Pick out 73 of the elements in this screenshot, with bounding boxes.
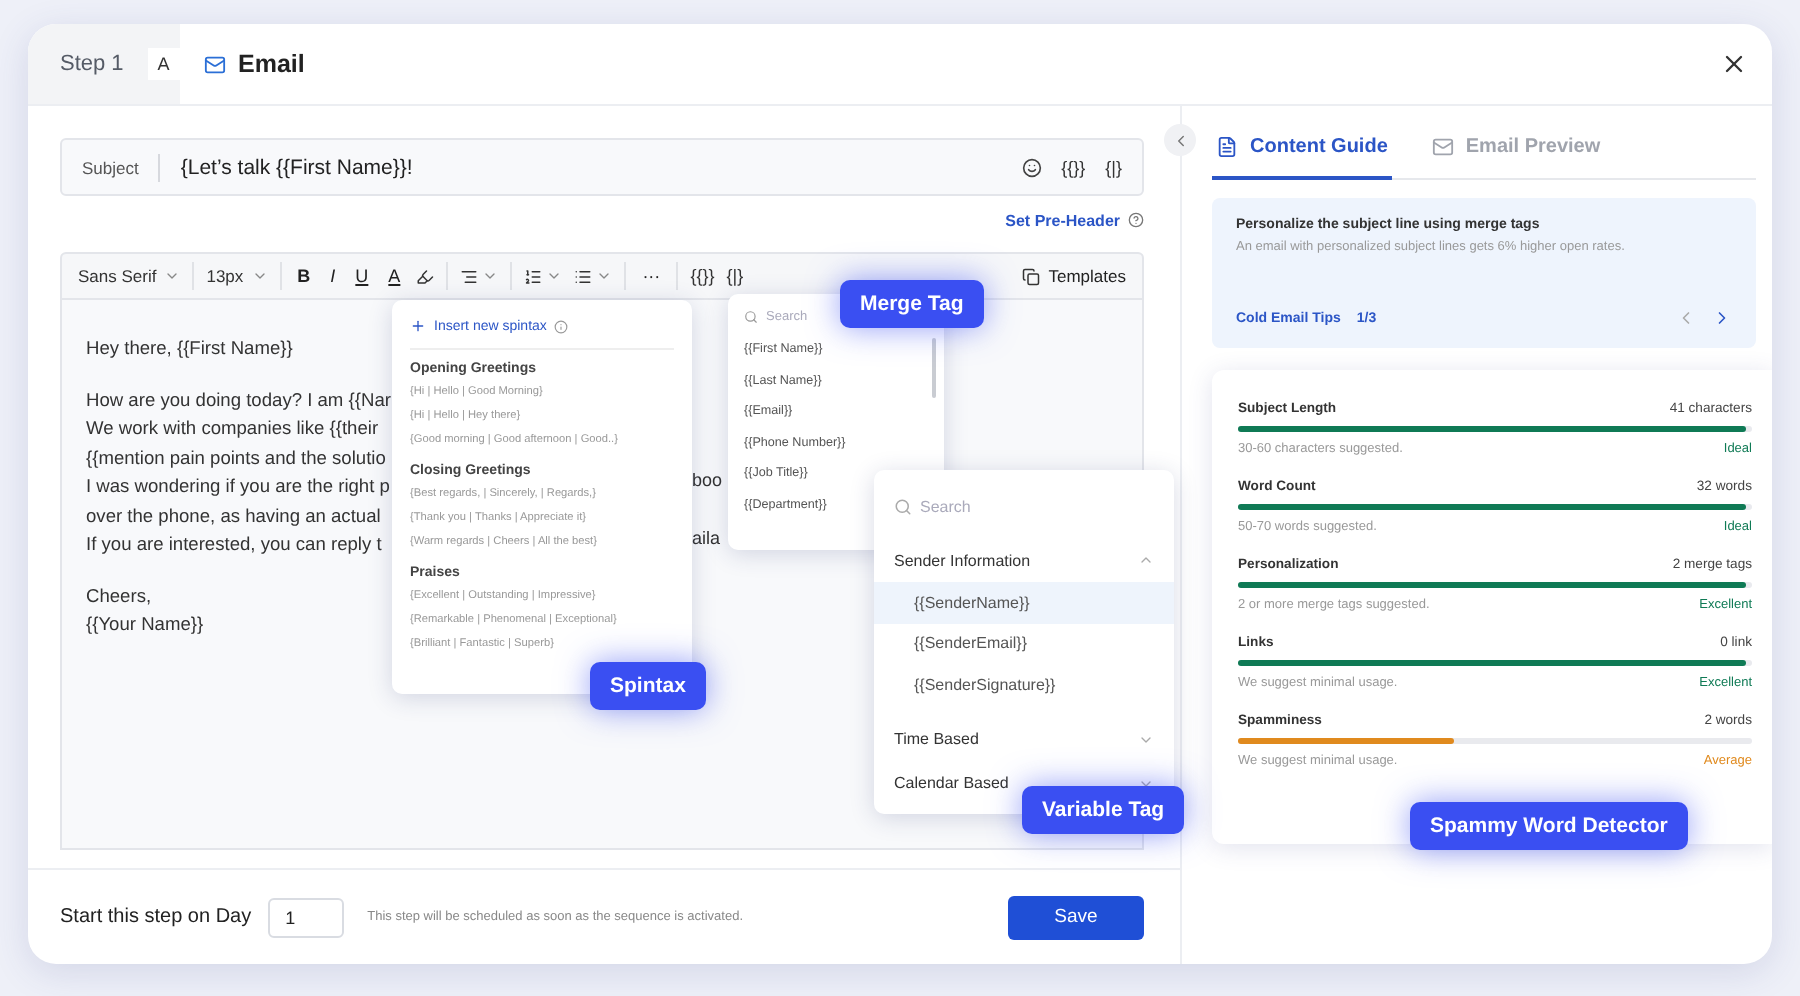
search-icon xyxy=(894,497,912,515)
smiley-icon xyxy=(1021,157,1042,177)
more-button[interactable]: ··· xyxy=(638,266,665,286)
numbered-list-icon xyxy=(524,267,543,285)
scrollbar xyxy=(932,338,936,398)
body-text: {{mention pain points and the solutio xyxy=(86,447,386,467)
format-button[interactable]: A xyxy=(384,266,405,286)
variant-badge: A xyxy=(147,48,180,80)
tag-tool[interactable]: {|} xyxy=(1105,157,1122,177)
bullet-list-icon xyxy=(574,267,593,285)
help-icon xyxy=(1128,212,1144,228)
body-text: If you are interested, you can reply t xyxy=(86,534,382,554)
day-input[interactable]: 1 xyxy=(267,897,344,937)
format-button[interactable]: U xyxy=(351,266,373,286)
dialog-title: Email xyxy=(238,50,305,78)
mail-icon xyxy=(204,53,226,75)
feature-tooltip: Spintax xyxy=(590,662,706,710)
subject-value: {Let’s talk {{First Name}}! xyxy=(180,155,415,179)
font-dropdown[interactable]: Sans Serif xyxy=(78,262,195,290)
close-icon xyxy=(1720,50,1748,78)
search-icon xyxy=(744,310,758,324)
variable-option[interactable]: {{SenderName}} xyxy=(874,582,1174,623)
align-button[interactable] xyxy=(460,267,499,285)
copy-icon xyxy=(1022,267,1041,285)
caret-icon xyxy=(546,268,563,284)
feature-tooltip: Spammy Word Detector xyxy=(1410,802,1688,850)
body-text: Cheers, xyxy=(86,585,152,605)
step-label: Step 1 xyxy=(60,52,124,76)
body-text: over the phone, as having an actual xyxy=(86,505,381,525)
search-input[interactable]: Search xyxy=(920,497,992,515)
body-text: Hey there, {{First Name}} xyxy=(86,338,293,358)
save-button[interactable]: Save xyxy=(1008,895,1144,939)
subject-label: Subject xyxy=(82,153,161,181)
tag-tool[interactable]: {{}} xyxy=(1061,157,1086,177)
chevron-up-icon xyxy=(1138,552,1154,568)
size-dropdown[interactable]: 13px xyxy=(206,262,282,290)
emoji-button[interactable] xyxy=(1021,157,1042,177)
document-icon xyxy=(1216,136,1238,158)
variable-section[interactable]: Sender Information xyxy=(874,538,1174,582)
body-text: aila xyxy=(692,526,721,552)
variable-option[interactable]: {{SenderEmail}} xyxy=(874,623,1174,664)
feature-tooltip: Merge Tag xyxy=(840,280,984,328)
numbered-list-button[interactable] xyxy=(524,267,563,285)
highlighter-icon xyxy=(416,267,435,285)
info-icon xyxy=(554,319,569,333)
templates-button[interactable]: Templates xyxy=(1022,266,1126,286)
mail-icon xyxy=(1431,136,1454,158)
plus-icon xyxy=(410,318,426,334)
set-pre-header-link[interactable]: Set Pre-Header xyxy=(1005,211,1120,229)
step-tab[interactable]: Step 1 A xyxy=(28,24,180,104)
format-button[interactable]: B xyxy=(293,266,315,286)
format-button[interactable]: I xyxy=(326,266,340,286)
body-text: How are you doing today? I am {{Nar xyxy=(86,389,391,409)
variable-option[interactable]: {{SenderSignature}} xyxy=(874,664,1174,705)
tag-tool[interactable]: {|} xyxy=(726,266,744,286)
close-button[interactable] xyxy=(1720,50,1748,78)
align-icon xyxy=(460,267,479,285)
body-text: We work with companies like {{their xyxy=(86,418,379,438)
start-day-label: Start this step on Day xyxy=(60,906,252,928)
body-text: boo xyxy=(692,468,723,494)
caret-icon xyxy=(482,268,499,284)
body-text: I was wondering if you are the right p xyxy=(86,476,390,496)
panel-tab[interactable]: Content Guide xyxy=(1212,118,1392,180)
subject-field[interactable]: Subject {Let’s talk {{First Name}}! {{}} {|} xyxy=(60,138,1144,196)
body-text: {{Your Name}} xyxy=(86,614,204,634)
highlight-button[interactable] xyxy=(416,267,435,285)
feature-tooltip: Variable Tag xyxy=(1022,786,1185,834)
bullet-list-button[interactable] xyxy=(574,267,613,285)
caret-icon xyxy=(596,268,613,284)
tag-tool[interactable]: {{}} xyxy=(690,266,715,286)
caret-icon xyxy=(251,268,268,284)
variable-section[interactable]: Time Based xyxy=(874,717,1174,761)
caret-icon xyxy=(164,268,181,284)
